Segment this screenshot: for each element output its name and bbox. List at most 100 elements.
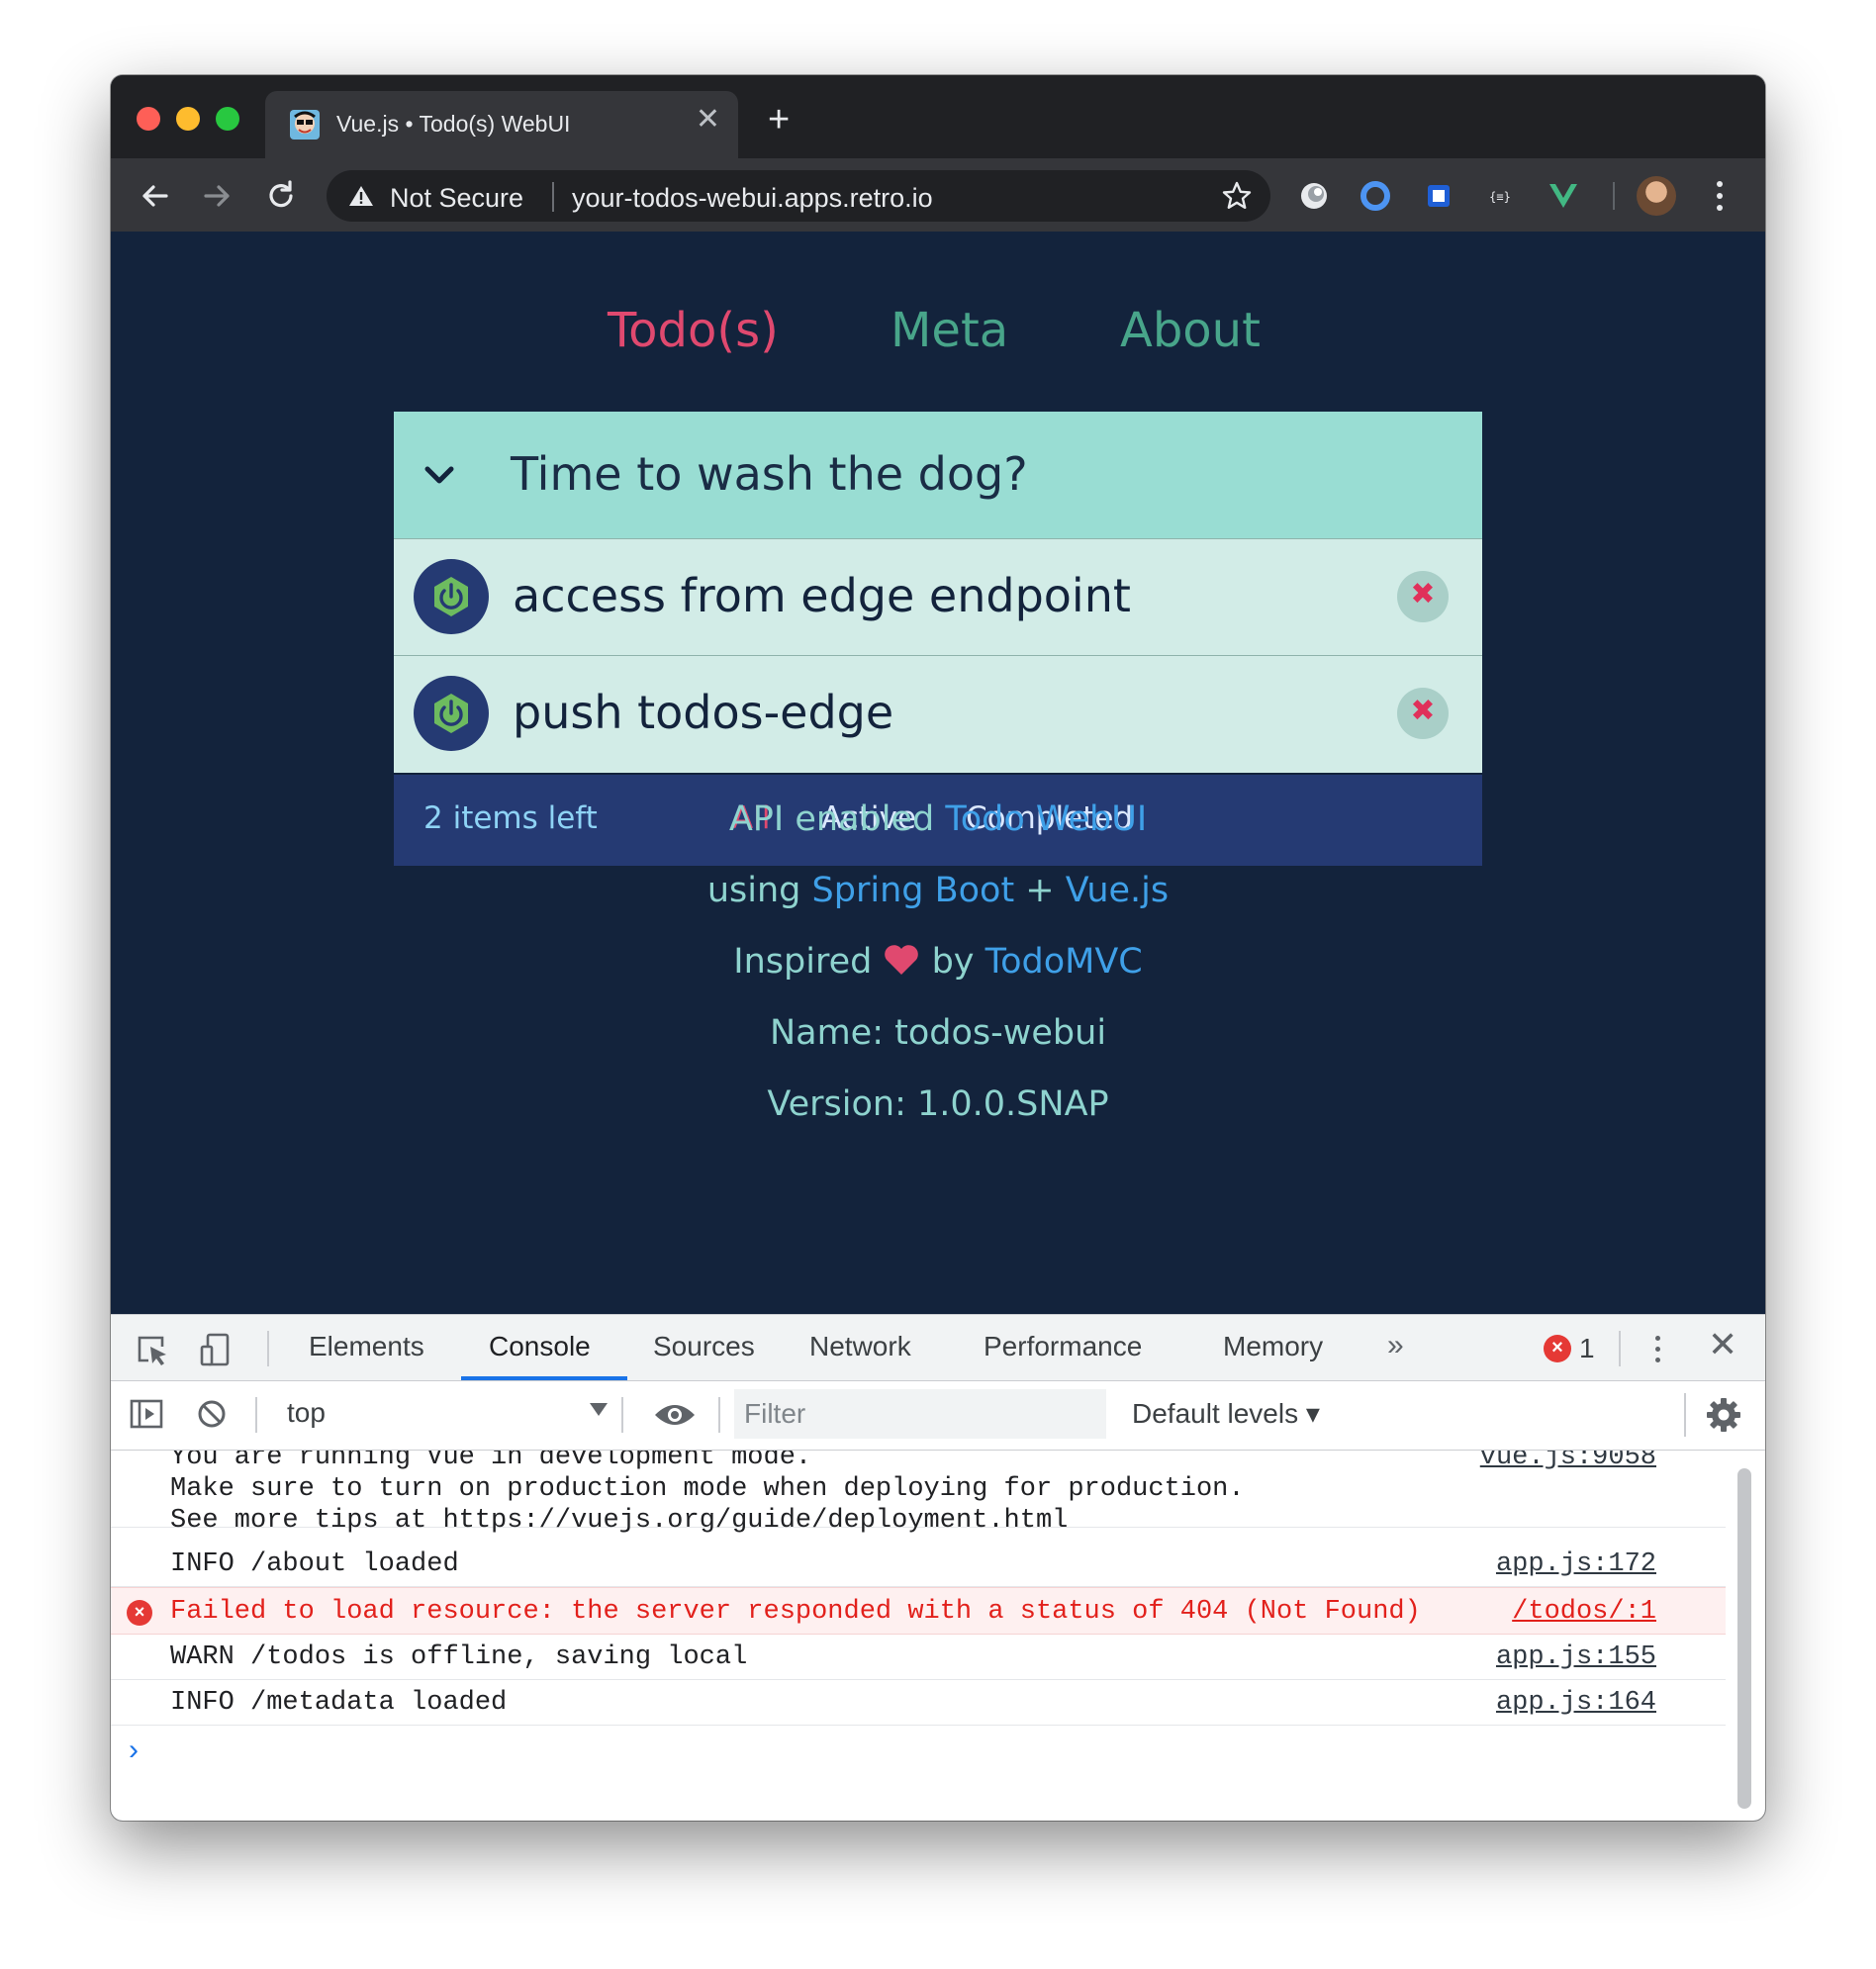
log-entry: You are running Vue in development mode.… (111, 1451, 1726, 1536)
todo-toggle-button[interactable] (414, 676, 489, 751)
context-selector[interactable]: top (287, 1397, 326, 1429)
extension-json-icon[interactable]: {≡} (1484, 180, 1516, 212)
log-source-link[interactable]: app.js:164 (1496, 1688, 1656, 1718)
todo-header: Time to wash the dog? (394, 412, 1482, 538)
active-tab-indicator (461, 1376, 627, 1380)
filter-divider (1684, 1393, 1686, 1437)
extension-ring-icon[interactable] (1360, 180, 1391, 212)
gear-icon[interactable] (1704, 1395, 1743, 1435)
back-arrow-icon[interactable] (135, 176, 174, 216)
todo-toggle-button[interactable] (414, 559, 489, 634)
spring-power-icon (434, 694, 468, 733)
title-bar: Vue.js • Todo(s) WebUI ✕ + (111, 75, 1765, 158)
tab-network[interactable]: Network (809, 1331, 911, 1362)
spring-boot-link[interactable]: Spring Boot (812, 871, 1015, 910)
todomvc-link[interactable]: TodoMVC (985, 942, 1143, 982)
todo-list: Time to wash the dog? access from edge e… (394, 412, 1482, 866)
deployment-docs-link[interactable]: https://vuejs.org/guide/deployment.html (442, 1506, 1068, 1536)
console-output: You are running Vue in development mode.… (111, 1451, 1726, 1821)
browser-window: Vue.js • Todo(s) WebUI ✕ + Not Secure yo… (111, 75, 1765, 1821)
todo-webui-link[interactable]: Todo WebUI (945, 799, 1147, 839)
todo-title[interactable]: Time to wash the dog? (511, 447, 1028, 501)
filter-divider (255, 1397, 257, 1433)
tab-sources[interactable]: Sources (653, 1331, 755, 1362)
spring-power-icon (434, 577, 468, 616)
vue-devtools-icon[interactable] (1548, 180, 1579, 212)
console-scrollbar[interactable] (1737, 1468, 1751, 1809)
close-icon: ✖ (1410, 577, 1436, 611)
close-window-button[interactable] (137, 107, 160, 131)
dropdown-arrow-icon[interactable] (590, 1403, 608, 1416)
nav-about[interactable]: About (1120, 303, 1261, 358)
log-entry: INFO /about loaded app.js:172 (111, 1542, 1726, 1587)
prompt-chevron-icon: › (129, 1734, 139, 1766)
todo-text[interactable]: access from edge endpoint (513, 569, 1131, 622)
log-source-link[interactable]: app.js:172 (1496, 1549, 1656, 1579)
tab-elements[interactable]: Elements (309, 1331, 424, 1362)
tab-close-icon[interactable]: ✕ (696, 105, 720, 135)
warning-icon (349, 186, 373, 206)
browser-toolbar: Not Secure your-todos-webui.apps.retro.i… (111, 158, 1765, 232)
console-filter-input[interactable] (734, 1389, 1106, 1439)
page-content: Todo(s) Meta About Time to wash the dog? (111, 232, 1765, 1314)
log-entry: WARN /todos is offline, saving local app… (111, 1635, 1726, 1680)
browser-menu-icon[interactable] (1714, 178, 1726, 214)
sidebar-toggle-icon[interactable] (129, 1397, 164, 1431)
todo-item: push todos-edge ✖ (394, 655, 1482, 773)
log-entry-error: × Failed to load resource: the server re… (111, 1587, 1726, 1635)
log-source-link[interactable]: vue.js:9058 (1480, 1451, 1656, 1472)
address-bar[interactable]: Not Secure your-todos-webui.apps.retro.i… (327, 170, 1270, 222)
close-devtools-icon[interactable]: ✕ (1708, 1327, 1737, 1362)
todo-item: access from edge endpoint ✖ (394, 538, 1482, 655)
profile-avatar[interactable] (1637, 176, 1676, 216)
tab-divider (267, 1331, 269, 1366)
console-prompt-row[interactable]: › (111, 1726, 1726, 1785)
app-name: Name: todos-webui (769, 1013, 1107, 1053)
url-text[interactable]: your-todos-webui.apps.retro.io (572, 183, 933, 214)
clear-console-icon[interactable] (194, 1397, 230, 1431)
bookmark-star-icon[interactable] (1221, 180, 1253, 212)
inspect-element-icon[interactable] (135, 1333, 170, 1366)
tab-title: Vue.js • Todo(s) WebUI (336, 111, 571, 137)
device-toolbar-icon[interactable] (198, 1333, 234, 1366)
new-tab-button[interactable]: + (768, 101, 790, 139)
toolbar-divider (1613, 182, 1615, 210)
favicon-icon (290, 110, 320, 140)
log-source-link[interactable]: app.js:155 (1496, 1642, 1656, 1672)
extension-sphere-icon[interactable] (1298, 180, 1330, 212)
chevron-down-icon[interactable] (422, 457, 457, 493)
info-line-api: API enabled Todo WebUI (728, 799, 1148, 839)
console-filter-bar: top Default levels ▾ (111, 1381, 1765, 1451)
delete-todo-button[interactable]: ✖ (1397, 688, 1449, 739)
todo-text[interactable]: push todos-edge (513, 686, 893, 739)
extension-square-icon[interactable] (1423, 180, 1454, 212)
devtools-panel: Elements Console Sources Network Perform… (111, 1314, 1765, 1821)
minimize-window-button[interactable] (176, 107, 200, 131)
more-tabs-icon[interactable]: » (1387, 1329, 1404, 1362)
error-icon[interactable]: × (1544, 1335, 1571, 1362)
filter-divider (621, 1397, 623, 1433)
devtools-menu-icon[interactable] (1652, 1333, 1662, 1368)
browser-tab[interactable]: Vue.js • Todo(s) WebUI ✕ (265, 91, 738, 158)
delete-todo-button[interactable]: ✖ (1397, 571, 1449, 622)
tab-memory[interactable]: Memory (1223, 1331, 1323, 1362)
tab-performance[interactable]: Performance (984, 1331, 1142, 1362)
tab-divider (1619, 1331, 1621, 1366)
info-line-inspired: Inspired by TodoMVC (733, 942, 1143, 982)
log-levels-dropdown[interactable]: Default levels ▾ (1132, 1397, 1320, 1430)
log-source-link[interactable]: /todos/:1 (1512, 1597, 1656, 1627)
nav-meta[interactable]: Meta (891, 303, 1008, 358)
security-label[interactable]: Not Secure (390, 183, 523, 214)
info-line-using: using Spring Boot + Vue.js (706, 871, 1170, 910)
tab-console[interactable]: Console (489, 1331, 591, 1362)
log-entry: INFO /metadata loaded app.js:164 (111, 1680, 1726, 1726)
reload-icon[interactable] (261, 176, 301, 216)
eye-icon[interactable] (653, 1401, 697, 1429)
maximize-window-button[interactable] (216, 107, 239, 131)
vuejs-link[interactable]: Vue.js (1066, 871, 1169, 910)
address-divider (552, 182, 554, 212)
close-icon: ✖ (1410, 694, 1436, 728)
error-count[interactable]: 1 (1579, 1333, 1595, 1364)
forward-arrow-icon[interactable] (198, 176, 237, 216)
nav-todos[interactable]: Todo(s) (608, 303, 779, 358)
